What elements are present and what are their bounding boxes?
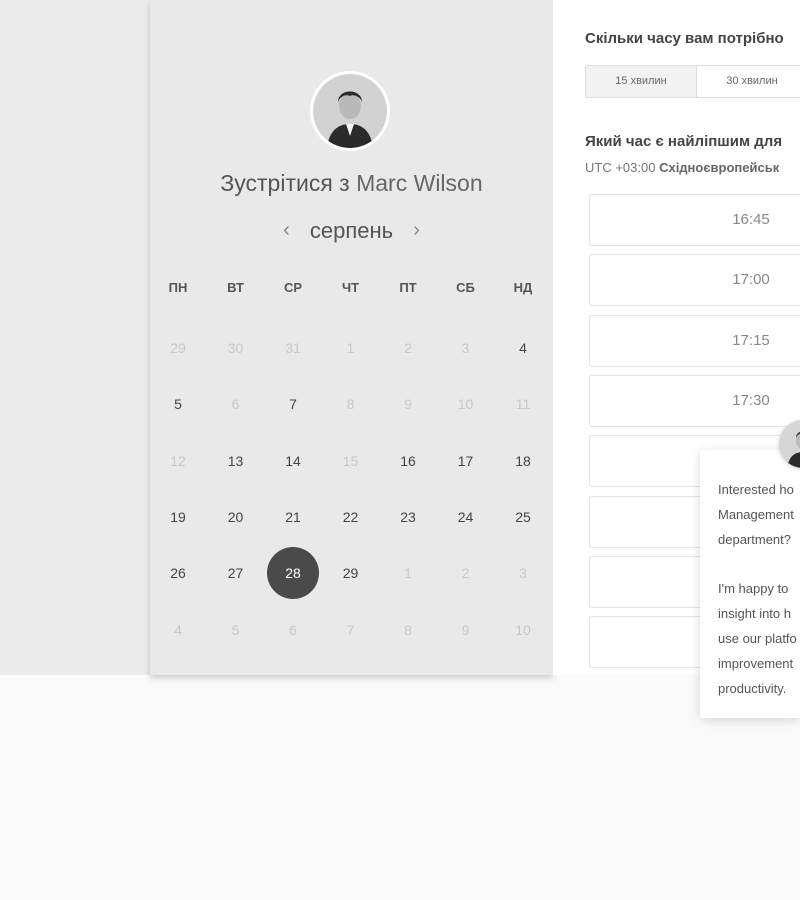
weekday-label: ВТ [227,280,244,295]
meeting-title: Зустрітися з Marc Wilson [150,170,553,197]
chat-message-line: department? [718,531,791,547]
calendar-day: 11 [515,396,531,413]
month-navigation: ‹ серпень › [150,218,553,244]
calendar-day: 3 [519,565,527,582]
calendar-day: 10 [515,621,531,638]
calendar-day: 9 [404,396,412,413]
calendar-day[interactable]: 20 [210,491,262,543]
calendar-day[interactable]: 4 [497,322,549,374]
duration-selector: 15 хвилин 30 хвилин [585,65,800,98]
calendar-day: 7 [346,621,355,638]
time-slot[interactable]: 16:45 [589,194,800,246]
calendar-day: 4 [174,621,182,638]
calendar-day[interactable]: 5 [152,378,204,430]
calendar-day: 30 [227,340,244,356]
calendar-day[interactable]: 27 [210,547,262,599]
time-slot[interactable]: 17:15 [589,314,800,367]
calendar-day[interactable]: 16 [382,435,434,487]
calendar-day: 6 [289,621,297,638]
calendar-day: 9 [461,621,470,638]
calendar-day[interactable]: 24 [440,491,492,543]
chat-message-line: I'm happy to [718,581,789,597]
weekday-label: СБ [456,280,475,295]
calendar-day: 1 [346,340,355,356]
weekday-label: ЧТ [341,280,360,295]
time-slot[interactable]: 17:30 [589,374,800,427]
chat-message: Interested ho Management department? I'm ha… [718,478,800,701]
timezone-offset: UTC +03:00 [585,160,656,175]
calendar-day: 31 [285,340,301,356]
calendar-day: 3 [461,340,470,356]
time-slot-label: 16:45 [732,211,770,228]
calendar-day: 6 [231,396,240,413]
calendar-day: 1 [404,565,412,582]
weekday-header: ПН ВТ СР ЧТ ПТ СБ НД [150,280,553,300]
chat-message-line: use our platfo [718,630,797,646]
weekday-label: СР [283,280,303,295]
chat-message-line: insight into h [718,606,791,622]
calendar-day: 29 [170,340,186,356]
chat-popup[interactable]: Interested ho Management department? I'm ha… [700,450,800,718]
weekday-label: НД [513,280,533,295]
month-label: серпень [309,218,394,243]
calendar-day[interactable]: 23 [382,491,434,543]
time-slot-label: 17:00 [732,271,770,289]
calendar-day[interactable]: 21 [267,491,319,543]
chat-message-line: Management [718,506,794,522]
chevron-right-icon[interactable]: › [399,219,434,242]
time-slot-label: 17:15 [732,331,770,349]
host-avatar [310,71,390,151]
calendar-day: 5 [231,621,240,638]
timezone-name: Східноєвропейськ [659,160,780,175]
duration-option-15[interactable]: 15 хвилин [586,66,697,97]
calendar-day: 10 [457,396,474,413]
chat-message-line [718,552,800,577]
duration-option-30[interactable]: 30 хвилин [697,66,800,97]
calendar-day[interactable]: 25 [497,491,549,543]
chat-message-line: improvement [718,655,794,671]
calendar-day[interactable]: 29 [325,547,377,599]
weekday-label: ПН [168,280,188,295]
meeting-title-prefix: Зустрітися з [220,170,350,196]
time-slot[interactable]: 17:00 [589,254,800,307]
calendar-day[interactable]: 26 [152,547,204,599]
timezone-label[interactable]: UTC +03:00 Східноєвропейськ [585,160,779,175]
duration-question: Скільки часу вам потрібно [585,30,784,47]
host-name: Marc Wilson [356,170,483,196]
time-question: Який час є найліпшим для [585,133,783,150]
calendar-day: 12 [170,452,186,469]
calendar-day[interactable]: 14 [267,435,319,487]
calendar-day[interactable]: 22 [325,491,377,543]
calendar-day: 2 [461,565,470,582]
time-slot-label: 17:30 [732,391,770,409]
chat-message-line: productivity. [718,680,787,696]
calendar-day[interactable]: 13 [210,435,262,487]
host-photo-icon [313,74,387,148]
calendar-panel: Зустрітися з Marc Wilson ‹ серпень › ПН В… [150,0,553,675]
weekday-label: ПТ [399,280,417,295]
calendar-day: 2 [404,340,412,356]
chat-message-line: Interested ho [718,482,794,497]
calendar-day[interactable]: 19 [152,491,204,543]
calendar-day[interactable]: 17 [440,435,492,487]
calendar-day: 15 [342,452,359,469]
calendar-day-selected[interactable]: 28 [267,547,319,600]
calendar-day: 8 [346,396,355,413]
calendar-day[interactable]: 18 [497,435,549,487]
calendar-day: 8 [404,621,412,638]
chevron-left-icon[interactable]: ‹ [269,219,304,242]
calendar-day[interactable]: 7 [267,378,319,430]
